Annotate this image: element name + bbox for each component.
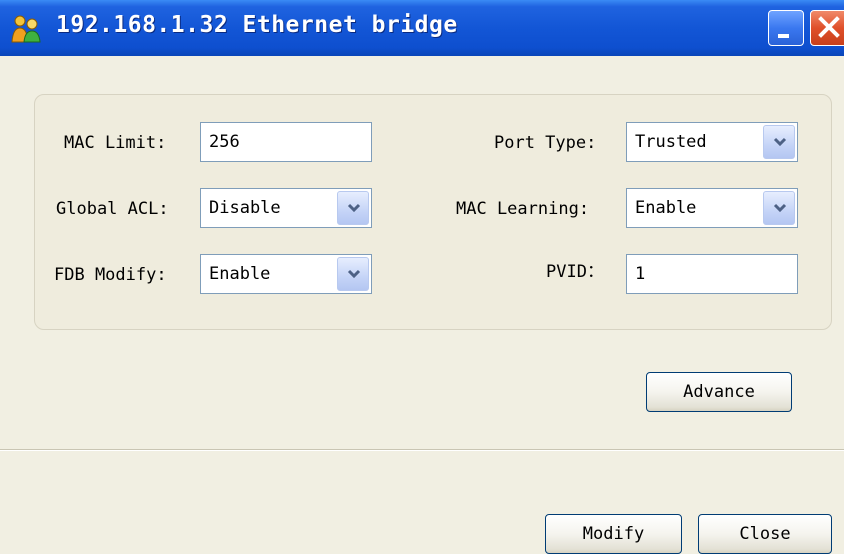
mac-learning-select[interactable]: Enable xyxy=(626,188,798,228)
divider xyxy=(0,449,844,451)
close-button[interactable]: Close xyxy=(698,514,832,554)
global-acl-select[interactable]: Disable xyxy=(200,188,372,228)
chevron-down-icon xyxy=(347,203,361,213)
fdb-modify-select[interactable]: Enable xyxy=(200,254,372,294)
mac-learning-dropdown-button[interactable] xyxy=(763,191,795,225)
chevron-down-icon xyxy=(773,203,787,213)
close-window-button[interactable] xyxy=(810,10,844,46)
people-icon xyxy=(10,14,44,44)
ethernet-bridge-dialog: 192.168.1.32 Ethernet bridge MAC Limit: … xyxy=(0,0,844,554)
advance-button[interactable]: Advance xyxy=(646,372,792,412)
modify-button[interactable]: Modify xyxy=(545,514,682,554)
mac-limit-label: MAC Limit: xyxy=(64,133,167,153)
mac-learning-label: MAC Learning: xyxy=(456,199,590,219)
port-type-label: Port Type: xyxy=(494,133,597,153)
fdb-modify-label: FDB Modify: xyxy=(54,265,167,285)
global-acl-label: Global ACL: xyxy=(56,199,169,219)
pvid-input[interactable]: 1 xyxy=(626,254,798,294)
title-bar[interactable]: 192.168.1.32 Ethernet bridge xyxy=(0,0,844,56)
chevron-down-icon xyxy=(773,137,787,147)
minimize-button[interactable] xyxy=(768,10,804,46)
chevron-down-icon xyxy=(347,269,361,279)
pvid-label: PVID： xyxy=(546,262,604,282)
global-acl-dropdown-button[interactable] xyxy=(337,191,369,225)
close-icon xyxy=(818,16,840,38)
mac-limit-input[interactable]: 256 xyxy=(200,122,372,162)
minimize-icon xyxy=(778,34,789,38)
window-title: 192.168.1.32 Ethernet bridge xyxy=(56,12,458,38)
fdb-modify-dropdown-button[interactable] xyxy=(337,257,369,291)
port-type-select[interactable]: Trusted xyxy=(626,122,798,162)
port-type-dropdown-button[interactable] xyxy=(763,125,795,159)
